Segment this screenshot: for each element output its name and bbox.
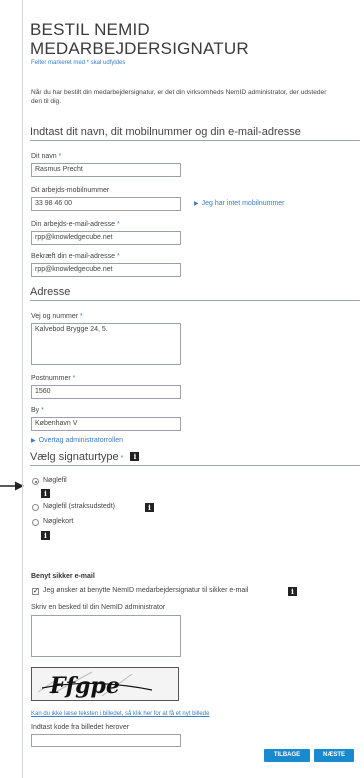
city-label: By * <box>31 407 44 414</box>
arrow-right-icon <box>0 481 24 491</box>
postal-field[interactable]: 1560 <box>31 385 181 399</box>
radio-noglefil-straks[interactable] <box>32 504 39 511</box>
radio-noglefil[interactable] <box>32 478 39 485</box>
message-textarea[interactable] <box>31 615 181 657</box>
triangle-right-icon: ▶ <box>194 201 199 207</box>
mobile-field[interactable]: 33 98 46 00 <box>31 197 181 211</box>
no-mobile-link[interactable]: ▶ Jeg har intet mobilnummer <box>194 200 285 207</box>
city-field[interactable]: København V <box>31 417 181 431</box>
contact-section-title: Indtast dit navn, dit mobilnummer og din… <box>30 126 360 141</box>
secure-email-checkbox[interactable]: ✓ <box>32 588 39 595</box>
secure-email-checkbox-label: Jeg ønsker at benytte NemID medarbejders… <box>43 587 249 594</box>
captcha-image: Ffgpe <box>31 667 179 701</box>
radio-noglekort[interactable] <box>32 519 39 526</box>
secure-email-title: Benyt sikker e-mail <box>31 573 95 580</box>
message-label: Skriv en besked til din NemID administra… <box>31 604 166 611</box>
required-note: Felter markeret med * skal udfyldes <box>31 60 126 66</box>
address-section-title: Adresse <box>30 286 360 301</box>
page-title-line1: BESTIL NEMID <box>30 20 150 39</box>
new-captcha-link[interactable]: Kan du ikke læse teksten i billedet, så … <box>31 711 209 717</box>
name-field[interactable]: Rasmus Precht <box>31 163 181 177</box>
take-over-admin-link[interactable]: ▶ Overtag administratorrollen <box>31 437 123 444</box>
mobile-label: Dit arbejds-mobilnummer <box>31 187 110 194</box>
next-button[interactable]: NÆSTE <box>314 749 354 762</box>
info-icon[interactable]: i <box>41 489 50 498</box>
page-title-line2: MEDARBEJDERSIGNATUR <box>30 39 249 58</box>
confirm-email-label: Bekræft din e-mail-adresse * <box>31 253 120 260</box>
confirm-email-field[interactable]: rpp@knowledgecube.net <box>31 263 181 277</box>
email-field[interactable]: rpp@knowledgecube.net <box>31 231 181 245</box>
info-icon[interactable]: i <box>145 503 154 512</box>
captcha-code-field[interactable] <box>31 734 181 747</box>
info-icon[interactable]: i <box>130 452 140 461</box>
option-noglefil-straks-label: Nøglefil (straksudstedt) <box>43 503 115 510</box>
triangle-right-icon: ▶ <box>31 438 36 444</box>
captcha-text: Ffgpe <box>49 673 120 699</box>
option-noglekort-label: Nøglekort <box>43 518 74 525</box>
captcha-code-label: Indtast kode fra billedet herover <box>31 724 130 731</box>
info-icon[interactable]: i <box>288 587 297 596</box>
postal-label: Postnummer * <box>31 375 76 382</box>
info-icon[interactable]: i <box>41 531 50 540</box>
intro-text: Når du har bestilt din medarbejdersignat… <box>31 89 327 105</box>
road-label: Vej og nummer * <box>31 313 83 320</box>
email-label: Din arbejds-e-mail-adresse * <box>31 221 120 228</box>
signature-section-title: Vælg signaturtype * i <box>30 451 360 466</box>
road-field[interactable]: Kalvebod Brygge 24, 5. <box>31 323 181 365</box>
option-noglefil-label: Nøglefil <box>43 477 67 484</box>
captcha-graphic: Ffgpe <box>37 671 153 699</box>
name-label: Dit navn * <box>31 153 62 160</box>
form-panel: BESTIL NEMID MEDARBEJDERSIGNATUR Felter … <box>22 0 360 778</box>
back-button[interactable]: TILBAGE <box>264 749 310 762</box>
